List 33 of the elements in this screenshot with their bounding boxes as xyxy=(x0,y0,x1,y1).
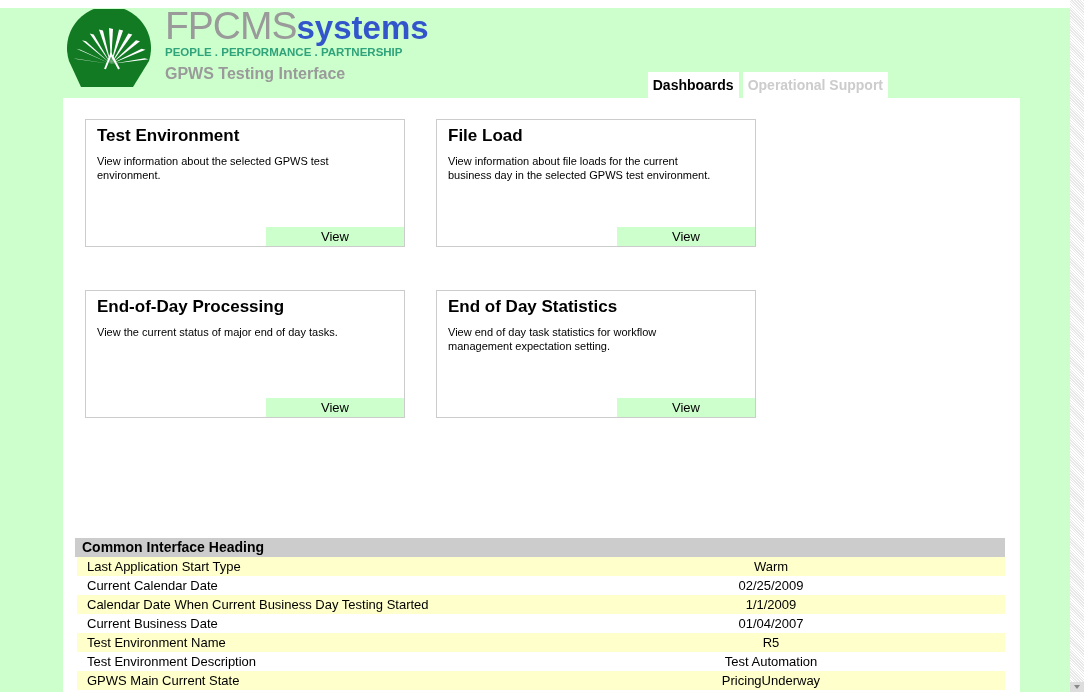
row-label: Last Application Start Type xyxy=(86,558,242,576)
row-value: Warm xyxy=(752,558,790,576)
scrollbar[interactable] xyxy=(1070,0,1084,692)
card-description: View the current status of major end of day tasks. xyxy=(97,325,339,339)
row-label: Current Calendar Date xyxy=(86,577,219,595)
card-title: End-of-Day Processing xyxy=(97,297,286,317)
view-button[interactable]: View xyxy=(617,227,755,246)
brand-name: FPCMS xyxy=(165,8,297,44)
view-button[interactable]: View xyxy=(266,398,404,417)
view-button[interactable]: View xyxy=(266,227,404,246)
row-label: Calendar Date When Current Business Day Testing Started xyxy=(86,596,430,614)
table-heading: Common Interface Heading xyxy=(75,538,1005,557)
card-description: View information about file loads for the current business day in the selected GPWS test environment. xyxy=(448,154,712,182)
view-button[interactable]: View xyxy=(617,398,755,417)
scroll-down-icon[interactable] xyxy=(1070,682,1084,692)
row-label: Test Environment Name xyxy=(86,634,227,652)
tab[interactable]: Dashboards xyxy=(647,72,739,98)
app-subtitle: GPWS Testing Interface xyxy=(165,65,347,83)
card-description: View end of day task statistics for workflow management expectation setting. xyxy=(448,325,658,353)
tagline: PEOPLE . PERFORMANCE . PARTNERSHIP xyxy=(165,46,403,59)
row-value: Test Automation xyxy=(723,653,819,671)
card-description: View information about the selected GPWS test environment. xyxy=(97,154,330,182)
row-label: Current Business Date xyxy=(86,615,219,633)
row-value: 02/25/2009 xyxy=(737,577,805,595)
row-value: 1/1/2009 xyxy=(744,596,798,614)
card-title: Test Environment xyxy=(97,126,241,146)
row-value: 01/04/2007 xyxy=(737,615,805,633)
row-value: PricingUnderway xyxy=(720,672,822,690)
card-title: File Load xyxy=(448,126,524,146)
row-label: GPWS Main Current State xyxy=(86,672,241,690)
row-label: Test Environment Description xyxy=(86,653,258,671)
card-title: End of Day Statistics xyxy=(448,297,619,317)
row-value: R5 xyxy=(761,634,781,652)
